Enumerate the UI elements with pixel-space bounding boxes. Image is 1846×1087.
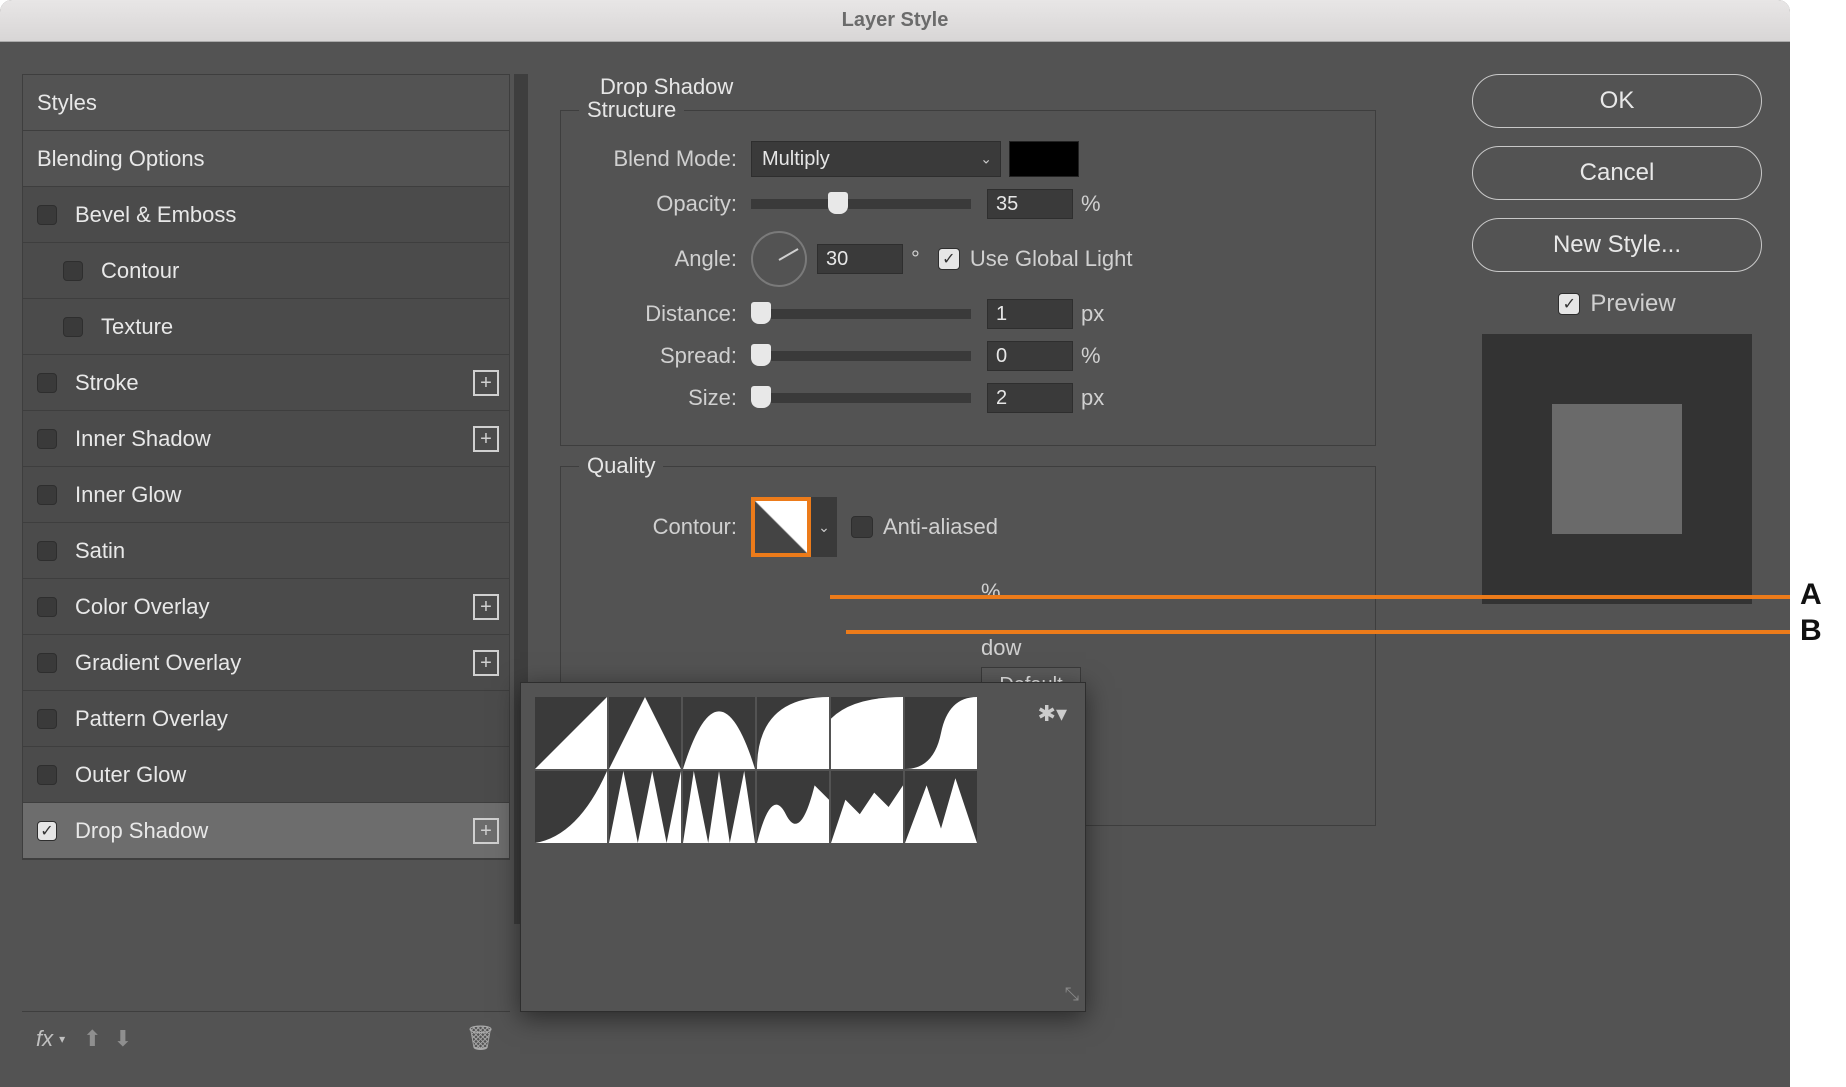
- size-label: Size:: [581, 385, 751, 411]
- panel-title: Drop Shadow: [600, 74, 1376, 100]
- cancel-button[interactable]: Cancel: [1472, 146, 1762, 200]
- preview-checkbox[interactable]: [1558, 293, 1580, 315]
- size-slider[interactable]: [751, 393, 971, 403]
- gear-icon[interactable]: ✱▾: [1038, 701, 1067, 727]
- right-column: OK Cancel New Style... Preview: [1472, 74, 1762, 604]
- opacity-slider[interactable]: [751, 199, 971, 209]
- contour-preset-steps[interactable]: [683, 771, 755, 843]
- blend-mode-label: Blend Mode:: [581, 146, 751, 172]
- resize-handle-icon[interactable]: ⤡: [1065, 984, 1079, 1005]
- structure-group: Structure Blend Mode: Multiply ⌄ Opacity…: [560, 110, 1376, 446]
- contour-preset-half-round[interactable]: [757, 697, 829, 769]
- contour-preset-sawtooth[interactable]: [609, 771, 681, 843]
- angle-value: 30: [826, 248, 848, 271]
- angle-label: Angle:: [581, 246, 751, 272]
- contour-preset-cone[interactable]: [609, 697, 681, 769]
- preview-label: Preview: [1590, 290, 1675, 318]
- contour-preset-rolling[interactable]: [905, 697, 977, 769]
- contour-preset-linear[interactable]: [535, 697, 607, 769]
- distance-label: Distance:: [581, 301, 751, 327]
- size-unit: px: [1081, 385, 1104, 411]
- spread-label: Spread:: [581, 343, 751, 369]
- annotation-line-b: [846, 630, 1790, 634]
- blend-mode-select[interactable]: Multiply ⌄: [751, 141, 1001, 177]
- sidebar-scroll: [22, 74, 510, 1065]
- spread-unit: %: [1081, 343, 1101, 369]
- contour-preset-gaussian[interactable]: [683, 697, 755, 769]
- annotation-label-a: A: [1800, 578, 1822, 612]
- distance-slider[interactable]: [751, 309, 971, 319]
- contour-thumbnail[interactable]: [751, 497, 811, 557]
- antialias-label: Anti-aliased: [883, 514, 998, 540]
- knockout-tail: dow: [981, 635, 1021, 661]
- contour-picker-popup: ✱▾ ⤡: [520, 682, 1086, 1012]
- spread-value: 0: [996, 345, 1007, 368]
- dialog-content: Styles Blending Options Bevel & Emboss C…: [0, 42, 1790, 1087]
- contour-grid: [535, 697, 1071, 843]
- contour-preset-cone-inverted[interactable]: [535, 771, 607, 843]
- global-light-checkbox[interactable]: [938, 248, 960, 270]
- opacity-value: 35: [996, 193, 1018, 216]
- antialias-checkbox[interactable]: [851, 516, 873, 538]
- preview-inner: [1552, 404, 1682, 534]
- preview-row: Preview: [1472, 290, 1762, 318]
- new-style-button[interactable]: New Style...: [1472, 218, 1762, 272]
- window-title: Layer Style: [842, 9, 949, 32]
- annotation-label-b: B: [1800, 614, 1822, 648]
- opacity-unit: %: [1081, 191, 1101, 217]
- ok-label: OK: [1600, 87, 1635, 115]
- distance-value: 1: [996, 303, 1007, 326]
- angle-unit: °: [911, 246, 920, 272]
- structure-legend: Structure: [579, 97, 684, 123]
- contour-preset-ring[interactable]: [831, 697, 903, 769]
- contour-preset-cove-deep[interactable]: [757, 771, 829, 843]
- new-style-label: New Style...: [1553, 231, 1681, 259]
- noise-unit: %: [981, 579, 1001, 605]
- annotation-line-a: [830, 595, 1790, 599]
- shadow-color-swatch[interactable]: [1009, 141, 1079, 177]
- blend-mode-value: Multiply: [762, 148, 830, 171]
- quality-legend: Quality: [579, 453, 663, 479]
- contour-preset-cove-shallow[interactable]: [831, 771, 903, 843]
- contour-label: Contour:: [581, 514, 751, 540]
- spread-input[interactable]: 0: [987, 341, 1073, 371]
- preview-swatch: [1482, 334, 1752, 604]
- distance-unit: px: [1081, 301, 1104, 327]
- chevron-down-icon: ⌄: [980, 151, 992, 168]
- global-light-label: Use Global Light: [970, 246, 1133, 272]
- contour-dropdown-button[interactable]: ⌄: [811, 497, 837, 557]
- angle-input[interactable]: 30: [817, 244, 903, 274]
- size-value: 2: [996, 387, 1007, 410]
- size-input[interactable]: 2: [987, 383, 1073, 413]
- ok-button[interactable]: OK: [1472, 74, 1762, 128]
- opacity-input[interactable]: 35: [987, 189, 1073, 219]
- titlebar: Layer Style: [0, 0, 1790, 42]
- cancel-label: Cancel: [1580, 159, 1655, 187]
- angle-dial[interactable]: [751, 231, 807, 287]
- spread-slider[interactable]: [751, 351, 971, 361]
- layer-style-dialog: Layer Style Styles Blending Options Beve…: [0, 0, 1790, 1087]
- opacity-label: Opacity:: [581, 191, 751, 217]
- contour-preset-rounded-steps[interactable]: [905, 771, 977, 843]
- distance-input[interactable]: 1: [987, 299, 1073, 329]
